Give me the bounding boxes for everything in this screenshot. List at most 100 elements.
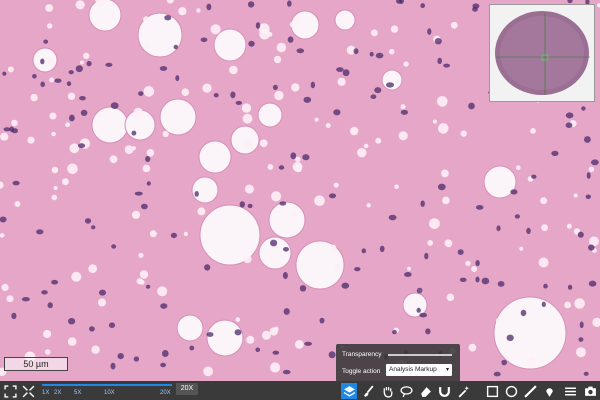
layers-icon[interactable]: [341, 383, 357, 399]
nucleus: [336, 67, 344, 72]
nucleus: [175, 75, 180, 82]
zoom-tick[interactable]: 20X: [160, 390, 171, 396]
nucleus: [459, 277, 467, 282]
fullscreen-icon[interactable]: [2, 383, 18, 399]
nucleus: [78, 143, 86, 149]
nucleus: [239, 201, 245, 208]
nucleus: [283, 308, 290, 315]
nucleus: [170, 232, 177, 239]
fat-vacuole: [0, 233, 5, 238]
fat-vacuole: [138, 252, 144, 258]
nucleus: [329, 193, 336, 199]
nucleus: [353, 48, 359, 55]
nucleus: [341, 282, 350, 289]
nucleus: [40, 81, 45, 88]
fat-vacuole: [43, 329, 52, 339]
fat-vacuole: [178, 7, 187, 16]
nucleus: [230, 91, 236, 99]
toggle-action-select[interactable]: Analysis Markup ▾: [386, 364, 452, 376]
fat-vacuole: [400, 104, 406, 110]
zoom-tick[interactable]: 2X: [54, 390, 61, 396]
nucleus: [160, 303, 168, 309]
fat-vacuole: [291, 210, 297, 216]
line-icon[interactable]: [522, 383, 538, 399]
fat-vacuole: [441, 169, 449, 178]
nucleus: [379, 245, 385, 253]
nucleus: [425, 328, 431, 335]
camera-icon[interactable]: [582, 383, 598, 399]
nucleus: [206, 332, 214, 337]
nucleus: [496, 225, 501, 232]
fat-vacuole: [241, 103, 252, 113]
lasso-icon[interactable]: [398, 383, 414, 399]
fat-vacuole: [45, 4, 53, 12]
fat-vacuole: [432, 119, 437, 124]
fat-vacuole: [276, 42, 287, 53]
fat-vacuole: [398, 131, 408, 141]
fat-vacuole: [124, 145, 134, 155]
nucleus: [434, 38, 442, 45]
zoom-tick[interactable]: 10X: [104, 390, 115, 396]
fat-droplet: [191, 176, 219, 204]
fit-icon[interactable]: [20, 383, 36, 399]
square-icon[interactable]: [484, 383, 500, 399]
nucleus: [541, 301, 546, 307]
nucleus: [248, 40, 255, 47]
minimap[interactable]: [489, 4, 595, 102]
nucleus: [342, 69, 350, 77]
nucleus: [66, 81, 72, 87]
zoom-tick[interactable]: 1X: [42, 390, 49, 396]
nucleus: [420, 200, 425, 207]
settings-icon[interactable]: [562, 383, 578, 399]
fat-vacuole: [246, 335, 255, 344]
nucleus: [369, 51, 374, 57]
fat-vacuole: [75, 0, 85, 10]
fat-vacuole: [437, 96, 448, 107]
nucleus: [374, 87, 382, 94]
nucleus: [108, 322, 116, 329]
fat-vacuole: [258, 23, 270, 35]
nucleus: [131, 130, 137, 136]
fat-vacuole: [83, 52, 90, 60]
fat-droplet: [257, 102, 283, 128]
nucleus: [584, 136, 591, 143]
fat-vacuole: [143, 86, 155, 97]
nucleus: [206, 3, 212, 11]
hand-icon[interactable]: [379, 383, 395, 399]
nucleus: [472, 3, 480, 9]
pin-icon[interactable]: [541, 383, 557, 399]
wand-icon[interactable]: [455, 383, 471, 399]
nucleus: [299, 285, 307, 292]
transparency-slider[interactable]: [388, 354, 452, 356]
fat-vacuole: [261, 330, 271, 340]
circle-icon[interactable]: [503, 383, 519, 399]
nucleus: [235, 100, 242, 105]
fat-vacuole: [574, 298, 585, 309]
nucleus: [32, 74, 37, 79]
fat-vacuole: [444, 239, 453, 248]
zoom-level-badge: 20X: [176, 383, 198, 395]
fat-vacuole: [80, 60, 84, 65]
eraser-icon[interactable]: [417, 383, 433, 399]
fat-vacuole: [146, 149, 155, 157]
nucleus: [133, 356, 140, 362]
fat-vacuole: [51, 131, 56, 137]
fat-vacuole: [11, 119, 18, 127]
fat-vacuole: [429, 218, 440, 230]
nucleus: [270, 239, 278, 247]
zoom-slider[interactable]: [42, 384, 172, 386]
nucleus: [392, 329, 397, 335]
brush-icon[interactable]: [360, 383, 376, 399]
fat-vacuole: [564, 301, 571, 309]
fat-vacuole: [51, 166, 59, 174]
fat-vacuole: [69, 143, 80, 154]
fat-vacuole: [576, 347, 586, 358]
zoom-tick[interactable]: 5X: [74, 390, 81, 396]
nucleus: [40, 58, 45, 65]
fat-vacuole: [47, 23, 53, 29]
magnet-icon[interactable]: [436, 383, 452, 399]
nucleus: [510, 189, 518, 195]
slide-viewer[interactable]: 50 µm Transparency Toggle action Analysi…: [0, 0, 600, 400]
nucleus: [400, 109, 408, 115]
fat-vacuole: [566, 223, 572, 229]
